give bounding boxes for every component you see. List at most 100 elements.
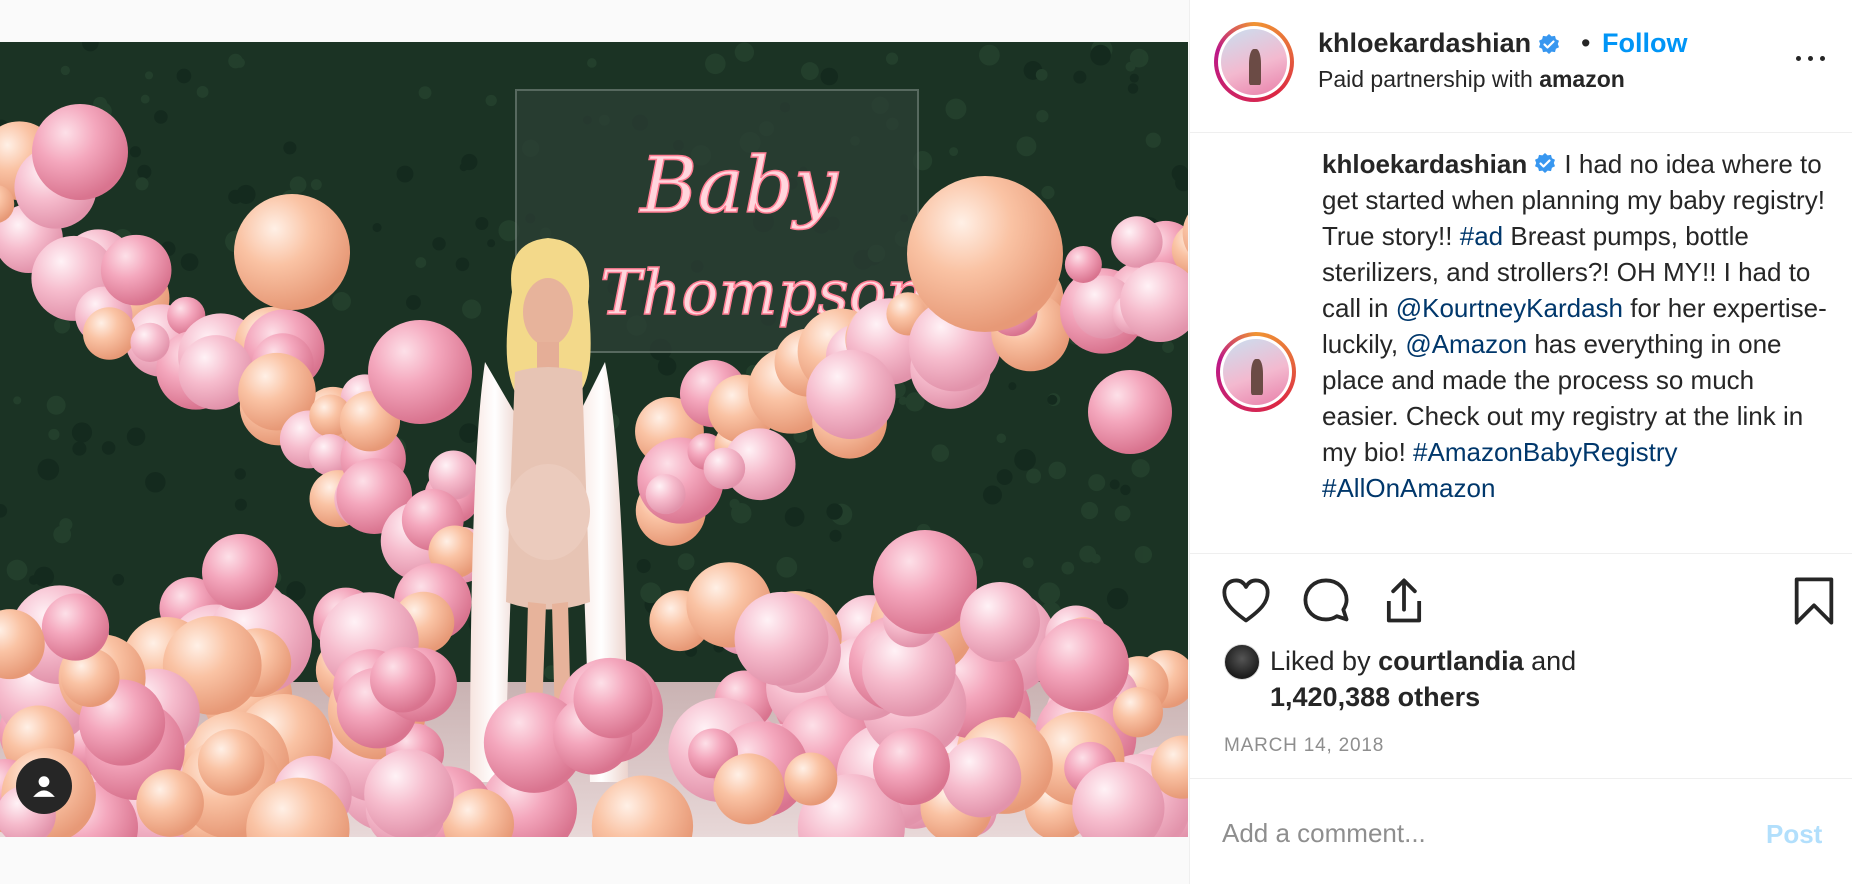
hedge-leaf [705,53,726,75]
balloon [1088,370,1172,454]
tagged-users-button[interactable] [16,758,72,814]
hedge-leaf [46,395,66,415]
hedge-leaf [931,444,950,462]
hedge-leaf [1022,557,1034,569]
balloon [100,234,172,306]
partner-link[interactable]: amazon [1539,66,1625,92]
likes-count[interactable]: 1,420,388 others [1270,682,1480,713]
mention-kourtney[interactable]: @KourtneyKardash [1396,293,1623,323]
balloon [1111,216,1163,268]
balloon [1064,245,1102,283]
liker-avatar[interactable] [1224,644,1260,680]
author-username-link[interactable]: khloekardashian [1318,28,1561,59]
balloon [806,349,896,440]
hedge-leaf [234,468,246,480]
balloon [573,659,653,739]
hedge-leaf [140,94,150,104]
balloon [364,749,454,837]
hedge-leaf [945,98,967,120]
hedge-leaf [418,86,432,100]
hedge-leaf [1125,61,1136,72]
hedge-leaf [1145,132,1161,148]
hedge-leaf [1120,484,1131,496]
hedge-leaf [1014,448,1036,471]
post-comment-button[interactable]: Post [1766,819,1822,850]
hedge-leaf [71,422,93,443]
balloon [41,593,110,661]
hedge-leaf [949,147,959,157]
hedge-leaf [154,110,168,124]
balloon [784,752,838,806]
comment-input[interactable] [1222,813,1722,853]
verified-badge-icon [1539,33,1560,54]
hedge-leaf [1162,341,1174,353]
share-icon[interactable] [1378,575,1430,627]
balloon [872,728,950,806]
hedge-leaf [196,86,209,98]
hedge-leaf [978,44,1000,66]
hedge-leaf [1047,394,1058,405]
hedge-leaf [459,423,479,444]
hedge-leaf [1134,545,1153,564]
balloon [907,176,1063,332]
hedge-leaf [784,507,805,527]
post-media-area: Baby Thompson [0,0,1188,884]
hedge-leaf [234,498,247,511]
hedge-leaf [829,529,842,542]
hedge-leaf [137,164,152,179]
hedge-leaf [1073,70,1087,84]
hedge-leaf [332,291,351,311]
hedge-leaf [1008,382,1017,391]
balloon [32,104,128,200]
balloon [370,646,436,713]
hedge-leaf [33,566,55,587]
hedge-leaf [475,216,489,231]
liker-username[interactable]: courtlandia [1378,646,1524,676]
hedge-leaf [234,57,245,68]
hedge-leaf [1090,44,1111,66]
header-separator: • [1581,28,1591,58]
mention-amazon[interactable]: @Amazon [1405,329,1527,359]
hedge-leaf [1036,110,1049,123]
post-caption: khloekardashian I had no idea where to g… [1322,146,1837,506]
post-date[interactable]: MARCH 14, 2018 [1224,735,1384,757]
bookmark-icon[interactable] [1788,575,1840,627]
post-actions-bar [1190,575,1852,635]
hashtag-ad[interactable]: #ad [1460,221,1503,251]
post-header: khloekardashian • Follow Paid partnershi… [1190,0,1852,133]
balloon [713,753,785,825]
hedge-leaf [1106,587,1129,610]
hedge-leaf [60,65,70,76]
hedge-leaf [6,559,28,581]
verified-badge-icon [1535,153,1556,173]
neon-sign-line1: Baby [638,141,839,231]
post-photo[interactable]: Baby Thompson [0,42,1188,837]
hedge-leaf [485,94,497,107]
hedge-leaf [415,257,427,268]
hedge-leaf [129,146,142,158]
hedge-leaf [729,498,740,509]
balloon [234,194,350,310]
hedge-leaf [1079,545,1097,563]
balloon [1036,618,1129,712]
hedge-leaf [1080,501,1099,520]
hedge-leaf [455,257,470,272]
more-options-icon[interactable] [1796,52,1826,64]
hedge-leaf [1129,73,1139,83]
balloon [960,582,1040,662]
heart-icon[interactable] [1220,575,1272,627]
author-username: khloekardashian [1318,28,1532,58]
follow-button[interactable]: Follow [1602,28,1687,59]
author-avatar[interactable] [1214,22,1294,102]
hedge-leaf [1016,136,1037,157]
hashtag-all-on-amazon[interactable]: #AllOnAmazon [1322,473,1495,503]
hedge-leaf [37,458,60,481]
hedge-leaf [1127,83,1139,94]
hedge-leaf [636,558,651,574]
caption-username[interactable]: khloekardashian [1322,149,1527,179]
hedge-leaf [432,237,446,251]
caption-author-avatar[interactable] [1216,332,1296,412]
comment-icon[interactable] [1300,575,1352,627]
hashtag-amazon-baby-registry[interactable]: #AmazonBabyRegistry [1413,437,1677,467]
likes-joiner: and [1531,646,1577,676]
